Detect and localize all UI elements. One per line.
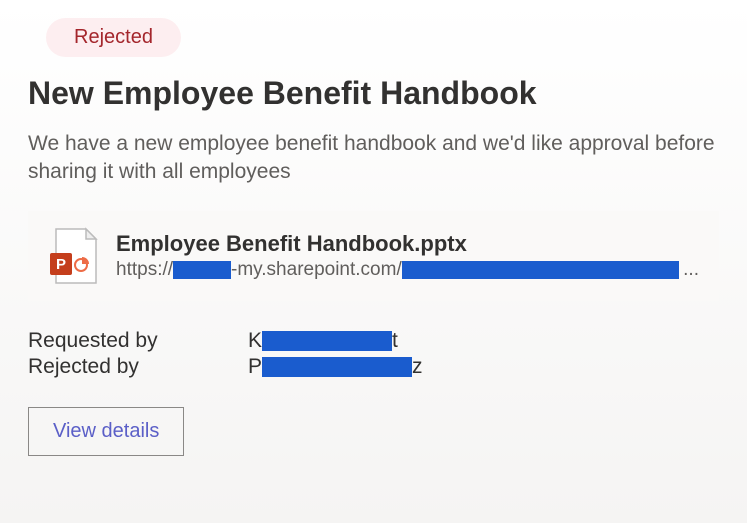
view-details-button[interactable]: View details bbox=[28, 407, 184, 456]
redacted-segment bbox=[173, 261, 231, 279]
meta-section: Requested by K t Rejected by P z bbox=[28, 329, 719, 379]
redacted-segment bbox=[402, 261, 679, 279]
redacted-segment bbox=[262, 357, 412, 377]
svg-text:P: P bbox=[56, 256, 66, 273]
rejected-by-value: P z bbox=[248, 355, 423, 379]
redacted-segment bbox=[262, 331, 392, 351]
approval-description: We have a new employee benefit handbook … bbox=[28, 130, 719, 187]
rejected-by-label: Rejected by bbox=[28, 355, 248, 379]
status-badge: Rejected bbox=[46, 18, 181, 57]
requested-by-value: K t bbox=[248, 329, 398, 353]
url-mid: -my.sharepoint.com/ bbox=[231, 259, 402, 281]
page-title: New Employee Benefit Handbook bbox=[28, 75, 719, 112]
rejected-by-row: Rejected by P z bbox=[28, 355, 719, 379]
requested-by-row: Requested by K t bbox=[28, 329, 719, 353]
requested-by-suffix: t bbox=[392, 329, 398, 353]
attachment-card[interactable]: P Employee Benefit Handbook.pptx https:/… bbox=[28, 211, 719, 301]
attachment-info: Employee Benefit Handbook.pptx https:// … bbox=[116, 231, 699, 281]
url-ellipsis: ... bbox=[683, 259, 699, 281]
requested-by-label: Requested by bbox=[28, 329, 248, 353]
rejected-by-initial: P bbox=[248, 355, 262, 379]
url-prefix: https:// bbox=[116, 259, 173, 281]
attachment-filename: Employee Benefit Handbook.pptx bbox=[116, 231, 699, 257]
requested-by-initial: K bbox=[248, 329, 262, 353]
rejected-by-suffix: z bbox=[412, 355, 423, 379]
attachment-url: https:// -my.sharepoint.com/ ... bbox=[116, 259, 699, 281]
powerpoint-file-icon: P bbox=[48, 227, 98, 285]
